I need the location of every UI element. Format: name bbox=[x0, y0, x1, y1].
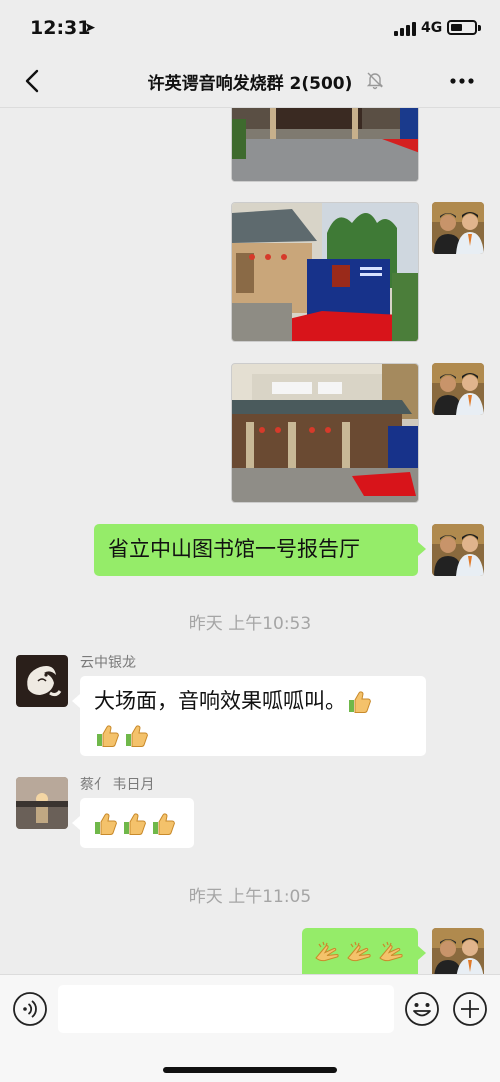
chat-header: 许英谔音响发烧群 2(500) bbox=[0, 56, 500, 108]
cellular-signal-icon bbox=[394, 22, 416, 36]
emoji-line bbox=[94, 718, 412, 752]
sender-name: 蔡亻 韦日月 bbox=[80, 777, 155, 793]
avatar-image bbox=[432, 928, 484, 974]
status-bar: 12:31 ➤ 4G bbox=[0, 0, 500, 56]
bubble-tail bbox=[418, 946, 426, 960]
message-text: 省立中山图书馆一号报告厅 bbox=[108, 537, 360, 561]
bubble-tail bbox=[72, 816, 80, 830]
clapping-hands-emoji bbox=[346, 940, 374, 962]
bubble-tail bbox=[72, 694, 80, 708]
my-avatar[interactable] bbox=[432, 202, 484, 254]
thumbs-up-emoji bbox=[121, 811, 147, 837]
location-arrow-icon: ➤ bbox=[84, 20, 96, 36]
incoming-message-bubble[interactable]: 大场面，音响效果呱呱叫。 bbox=[80, 676, 426, 756]
emoji-icon bbox=[405, 992, 439, 1026]
more-dots-icon bbox=[450, 78, 474, 84]
avatar-image bbox=[16, 655, 68, 707]
bubble-tail bbox=[418, 542, 426, 556]
thumbs-up-emoji bbox=[94, 723, 120, 749]
my-avatar[interactable] bbox=[432, 928, 484, 974]
message-timestamp: 昨天 上午11:05 bbox=[188, 887, 312, 907]
incoming-message-bubble[interactable] bbox=[80, 798, 194, 848]
chat-title: 许英谔音响发烧群 2(500) bbox=[147, 74, 353, 94]
thumbs-up-emoji bbox=[123, 723, 149, 749]
more-functions-button[interactable] bbox=[452, 991, 488, 1027]
clapping-hands-emoji bbox=[378, 940, 406, 962]
back-button[interactable] bbox=[18, 66, 48, 96]
my-avatar[interactable] bbox=[432, 524, 484, 576]
outgoing-message-bubble[interactable]: 省立中山图书馆一号报告厅 bbox=[94, 524, 418, 576]
plus-icon bbox=[453, 992, 487, 1026]
avatar-image bbox=[432, 363, 484, 415]
message-timestamp: 昨天 上午10:53 bbox=[188, 614, 312, 634]
avatar-image bbox=[16, 777, 68, 829]
more-options-button[interactable] bbox=[445, 68, 479, 94]
image-message[interactable] bbox=[231, 202, 419, 342]
emoji-line bbox=[92, 806, 182, 840]
battery-cap bbox=[478, 25, 481, 31]
battery-icon bbox=[447, 20, 477, 35]
status-time: 12:31 bbox=[30, 17, 91, 39]
thumbs-up-emoji bbox=[346, 689, 372, 715]
input-bar bbox=[0, 974, 500, 1082]
building-photo bbox=[232, 364, 418, 502]
bell-off-icon bbox=[366, 72, 384, 90]
sender-avatar[interactable] bbox=[16, 777, 68, 829]
thumbs-up-emoji bbox=[150, 811, 176, 837]
sender-name: 云中银龙 bbox=[80, 655, 136, 671]
home-indicator[interactable] bbox=[163, 1067, 337, 1073]
sender-avatar[interactable] bbox=[16, 655, 68, 707]
avatar-image bbox=[432, 524, 484, 576]
building-photo bbox=[232, 108, 418, 181]
chevron-left-icon bbox=[25, 69, 39, 93]
message-input[interactable] bbox=[58, 985, 394, 1033]
voice-input-button[interactable] bbox=[12, 991, 48, 1027]
thumbs-up-emoji bbox=[92, 811, 118, 837]
image-message[interactable] bbox=[231, 108, 419, 182]
emoji-button[interactable] bbox=[404, 991, 440, 1027]
clapping-hands-emoji bbox=[314, 940, 342, 962]
message-text-line: 大场面，音响效果呱呱叫。 bbox=[94, 684, 412, 718]
message-list[interactable]: 省立中山图书馆一号报告厅 昨天 上午10:53 云中银龙 大场面，音响效果呱呱叫… bbox=[0, 108, 500, 974]
my-avatar[interactable] bbox=[432, 363, 484, 415]
network-type: 4G bbox=[421, 20, 443, 36]
avatar-image bbox=[432, 202, 484, 254]
outgoing-message-bubble[interactable] bbox=[302, 928, 418, 974]
voice-icon bbox=[13, 992, 47, 1026]
message-text: 大场面，音响效果呱呱叫。 bbox=[94, 689, 346, 713]
building-photo bbox=[232, 203, 418, 341]
image-message[interactable] bbox=[231, 363, 419, 503]
